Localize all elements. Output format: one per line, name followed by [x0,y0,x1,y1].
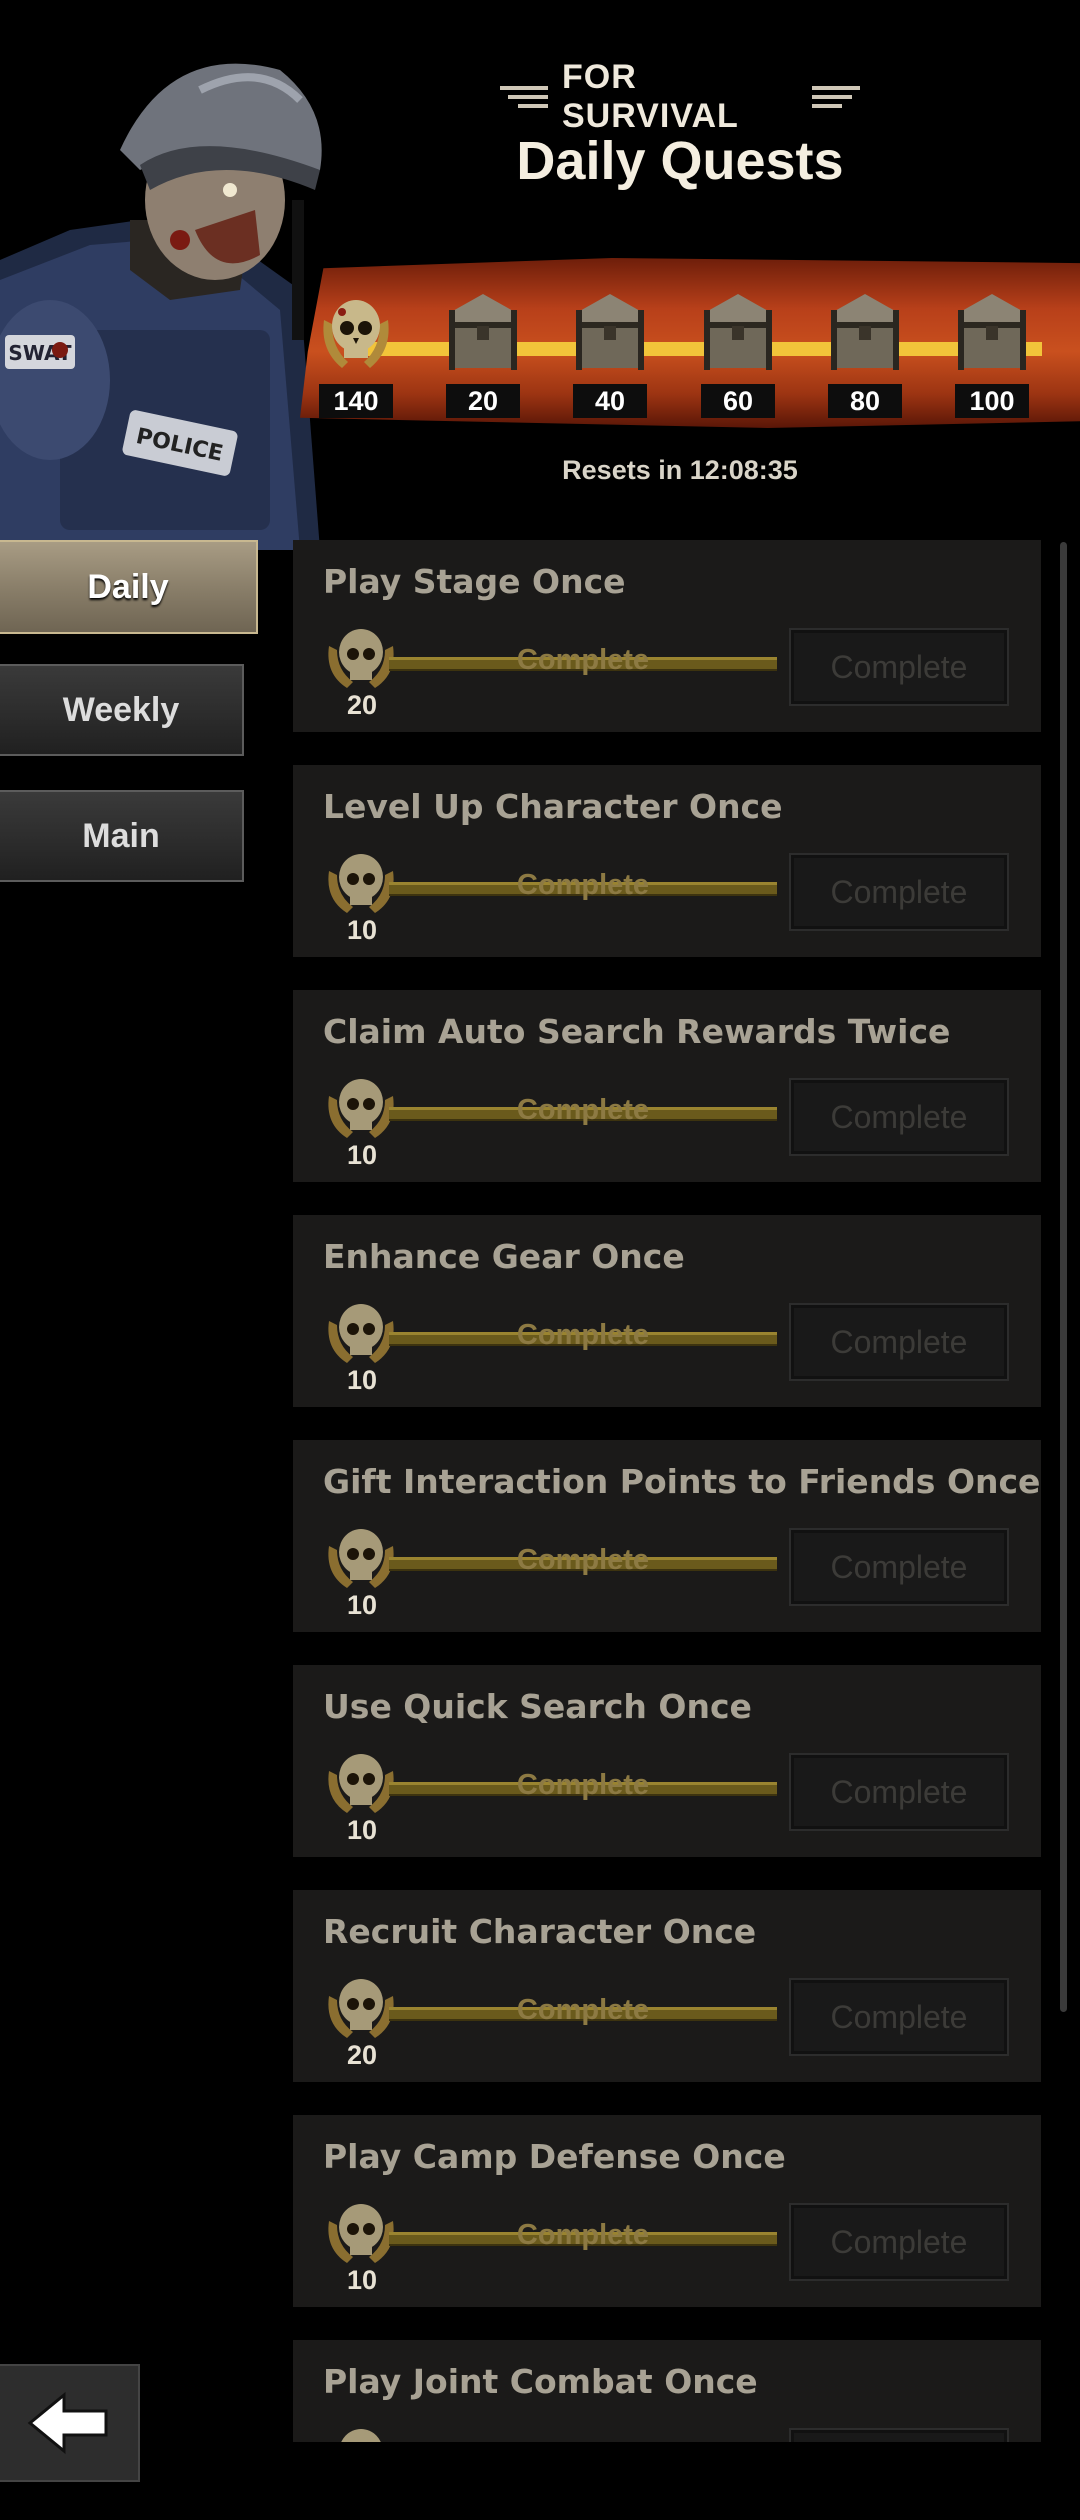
quest-card: Play Stage Once 20 Complete Complete [293,540,1041,732]
page-title: Daily Quests [516,131,844,191]
quest-title: Play Joint Combat Once [323,2362,758,2401]
complete-button[interactable]: Complete [789,1753,1009,1831]
scrollbar[interactable] [1060,542,1067,2012]
quest-card: Recruit Character Once 20 Complete Compl… [293,1890,1041,2082]
tab-daily[interactable]: Daily [0,540,258,634]
header: POLICE SWAT FOR SURVIVAL Daily Quests 14… [0,0,1080,550]
quest-card: Level Up Character Once 10 Complete Comp… [293,765,1041,957]
chest-icon [576,294,644,370]
progress-text: Complete [516,1544,650,1576]
quest-card: Claim Auto Search Rewards Twice 10 Compl… [293,990,1041,1182]
reward-amount: 10 [346,1815,378,1845]
quest-card: Play Camp Defense Once 10 Complete Compl… [293,2115,1041,2307]
skull-laurel-icon [328,1754,394,1813]
milestone-value: 60 [701,384,775,418]
quest-title: Play Camp Defense Once [323,2137,786,2176]
milestone-points: 140 [306,290,406,420]
progress-text: Complete [516,1994,650,2026]
milestone-chest[interactable]: 60 [688,290,788,420]
left-decoration [500,86,548,108]
zombie-police-portrait: POLICE SWAT [0,63,322,550]
progress-text: Complete [516,1319,650,1351]
skull-laurel-icon [328,629,394,688]
quest-title: Claim Auto Search Rewards Twice [323,1012,951,1051]
chest-icon [449,294,517,370]
quest-title: Play Stage Once [323,562,626,601]
quest-card: Play Joint Combat Once [293,2340,1041,2442]
milestone-value: 80 [828,384,902,418]
skull-laurel-icon [328,854,394,913]
quest-title: Level Up Character Once [323,787,783,826]
complete-button[interactable]: Complete [789,628,1009,706]
reward-amount: 10 [346,1365,378,1395]
quest-title: Enhance Gear Once [323,1237,685,1276]
milestone-chest[interactable]: 80 [815,290,915,420]
skull-laurel-icon [328,2204,394,2263]
skull-laurel-icon [328,1979,394,2038]
complete-button[interactable]: Complete [789,1303,1009,1381]
subtitle-text: FOR SURVIVAL [562,58,739,135]
milestone-chest[interactable]: 100 [942,290,1042,420]
back-arrow-icon [27,2391,108,2455]
right-decoration [812,86,860,108]
skull-laurel-icon [328,1079,394,1138]
complete-button[interactable]: Complete [789,853,1009,931]
skull-laurel-icon [341,2429,381,2442]
reward-amount: 20 [346,690,378,720]
skull-laurel-icon [323,300,389,368]
reward-amount: 10 [346,1590,378,1620]
reward-amount: 10 [346,1140,378,1170]
back-button[interactable] [0,2364,140,2482]
complete-button[interactable]: Complete [789,1078,1009,1156]
complete-button[interactable]: Complete [789,1978,1009,2056]
quest-card: Use Quick Search Once 10 Complete Comple… [293,1665,1041,1857]
milestone-value: 20 [446,384,520,418]
milestone-chest[interactable]: 40 [560,290,660,420]
skull-laurel-icon [328,1529,394,1588]
progress-text: Complete [516,869,650,901]
reward-amount: 20 [346,2040,378,2070]
reward-amount: 10 [346,915,378,945]
progress-text: Complete [516,644,650,676]
chest-icon [704,294,772,370]
quest-card: Enhance Gear Once 10 Complete Complete [293,1215,1041,1407]
quest-title: Recruit Character Once [323,1912,757,1951]
chest-icon [958,294,1026,370]
quest-list[interactable]: Play Stage Once 20 Complete Complete Lev… [293,540,1043,2442]
quest-title: Gift Interaction Points to Friends Once [323,1462,1041,1501]
tab-weekly[interactable]: Weekly [0,664,244,756]
milestone-value: 40 [573,384,647,418]
quest-title: Use Quick Search Once [323,1687,752,1726]
complete-button[interactable]: Complete [789,2203,1009,2281]
tab-main[interactable]: Main [0,790,244,882]
milestone-chest[interactable]: 20 [433,290,533,420]
milestone-value: 140 [319,384,393,418]
progress-text: Complete [516,2219,650,2251]
skull-laurel-icon [328,1304,394,1363]
reward-amount: 10 [346,2265,378,2295]
progress-text: Complete [516,1769,650,1801]
chest-icon [831,294,899,370]
milestone-value: 100 [955,384,1029,418]
subtitle: FOR SURVIVAL [500,58,860,135]
complete-button[interactable] [789,2428,1009,2442]
complete-button[interactable]: Complete [789,1528,1009,1606]
progress-text: Complete [516,1094,650,1126]
reset-timer: Resets in 12:08:35 [562,455,798,485]
quest-card: Gift Interaction Points to Friends Once … [293,1440,1041,1632]
